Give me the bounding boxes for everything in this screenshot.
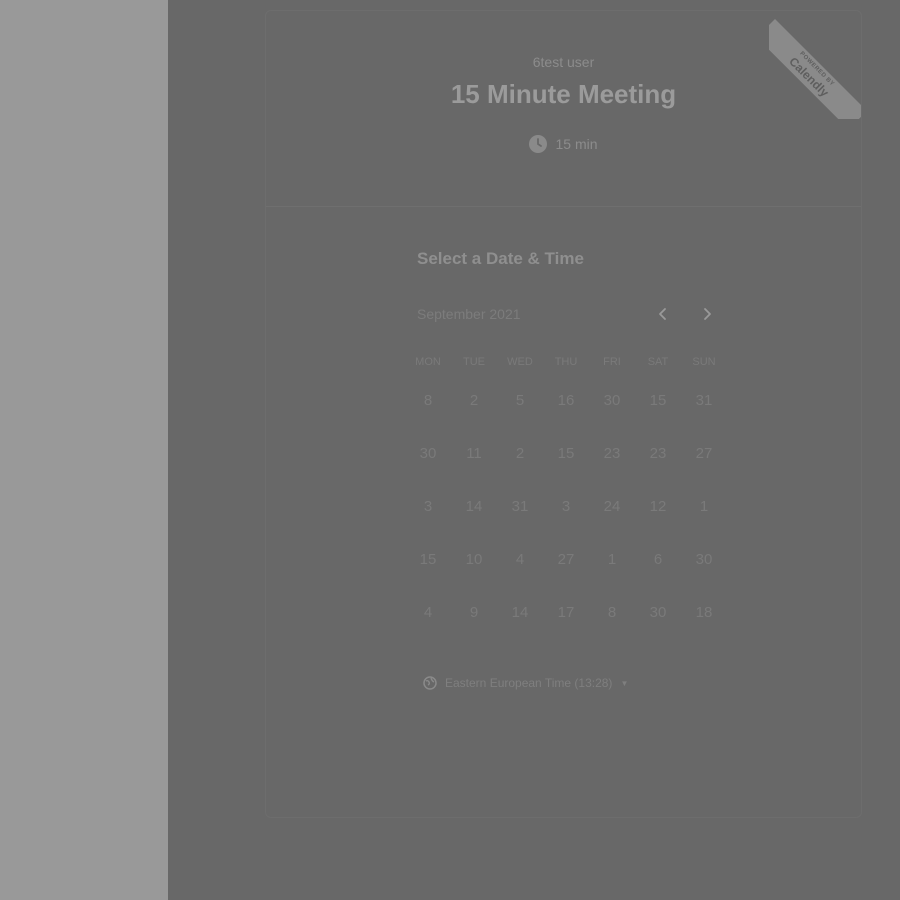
calendar-day: 11 bbox=[466, 445, 482, 462]
booking-page: POWERED BY Calendly 6test user 15 Minute… bbox=[168, 0, 900, 900]
calendar-day: 8 bbox=[423, 392, 433, 409]
calendar-day: 1 bbox=[607, 551, 617, 568]
calendar-day: 2 bbox=[515, 445, 525, 462]
calendar-day: 15 bbox=[419, 551, 437, 568]
previous-month-button[interactable] bbox=[648, 299, 678, 329]
month-label: September 2021 bbox=[417, 306, 521, 322]
caret-down-icon: ▼ bbox=[620, 678, 629, 688]
weekday-label: TUE bbox=[463, 356, 485, 368]
calendar-day: 18 bbox=[695, 604, 713, 621]
calendar-day: 3 bbox=[561, 498, 571, 515]
timezone-selector[interactable]: Eastern European Time (13:28) ▼ bbox=[423, 676, 628, 690]
calendar-day: 14 bbox=[511, 604, 529, 621]
globe-icon bbox=[423, 676, 437, 690]
event-title: 15 Minute Meeting bbox=[450, 79, 677, 109]
calendar-day: 15 bbox=[649, 392, 667, 409]
chevron-right-icon bbox=[704, 308, 711, 320]
duration-label: 15 min bbox=[555, 136, 598, 152]
event-duration: 15 min bbox=[266, 135, 861, 153]
left-panel bbox=[0, 0, 168, 900]
calendar-day: 31 bbox=[695, 392, 713, 409]
calendar-week: 15 10 4 27 1 6 30 bbox=[405, 540, 727, 580]
calendar-day: 27 bbox=[695, 445, 713, 462]
timezone-label: Eastern European Time (13:28) bbox=[445, 676, 613, 690]
calendar-day: 30 bbox=[419, 445, 437, 462]
calendar-day: 14 bbox=[465, 498, 483, 515]
calendar-week: 8 2 5 16 30 15 31 bbox=[405, 381, 727, 421]
weekday-label: THU bbox=[554, 356, 578, 368]
calendar-day: 2 bbox=[469, 392, 479, 409]
calendar-day: 15 bbox=[557, 445, 575, 462]
calendar-day: 10 bbox=[465, 551, 483, 568]
weekday-header: MON TUE WED THU FRI SAT SUN bbox=[405, 356, 727, 368]
calendar-week: 3 14 31 3 24 12 1 bbox=[405, 487, 727, 527]
calendar-day: 5 bbox=[515, 392, 525, 409]
calendar-day: 23 bbox=[603, 445, 621, 462]
calendar-day: 1 bbox=[699, 498, 709, 515]
next-month-button[interactable] bbox=[692, 299, 722, 329]
weekday-label: SAT bbox=[647, 356, 669, 368]
weekday-label: WED bbox=[507, 356, 533, 368]
calendar-day: 30 bbox=[695, 551, 713, 568]
calendar-week: 30 11 2 15 23 23 27 bbox=[405, 434, 727, 474]
calendar-day: 4 bbox=[423, 604, 433, 621]
calendar-day: 3 bbox=[423, 498, 433, 515]
calendar-day: 12 bbox=[649, 498, 667, 515]
calendar-day: 9 bbox=[469, 604, 479, 621]
calendar-day: 17 bbox=[557, 604, 575, 621]
calendar-day: 23 bbox=[649, 445, 667, 462]
weekday-label: MON bbox=[415, 356, 441, 368]
calendar-day: 8 bbox=[607, 604, 617, 621]
calendar-day: 30 bbox=[649, 604, 667, 621]
calendar-day: 30 bbox=[603, 392, 621, 409]
section-title: Select a Date & Time bbox=[417, 249, 584, 268]
chevron-left-icon bbox=[659, 308, 666, 320]
calendar-day: 4 bbox=[515, 551, 525, 568]
calendar-day: 27 bbox=[557, 551, 575, 568]
event-owner: 6test user bbox=[532, 54, 595, 70]
calendar-day: 31 bbox=[511, 498, 529, 515]
weekday-label: SUN bbox=[692, 356, 716, 368]
divider bbox=[266, 206, 861, 207]
calendar-day: 24 bbox=[603, 498, 621, 515]
weekday-label: FRI bbox=[603, 356, 621, 368]
clock-icon bbox=[529, 135, 548, 153]
calendar-week: 4 9 14 17 8 30 18 bbox=[405, 593, 727, 633]
calendar-day: 6 bbox=[653, 551, 663, 568]
calendar-day: 16 bbox=[557, 392, 575, 409]
event-card: POWERED BY Calendly 6test user 15 Minute… bbox=[265, 10, 862, 818]
